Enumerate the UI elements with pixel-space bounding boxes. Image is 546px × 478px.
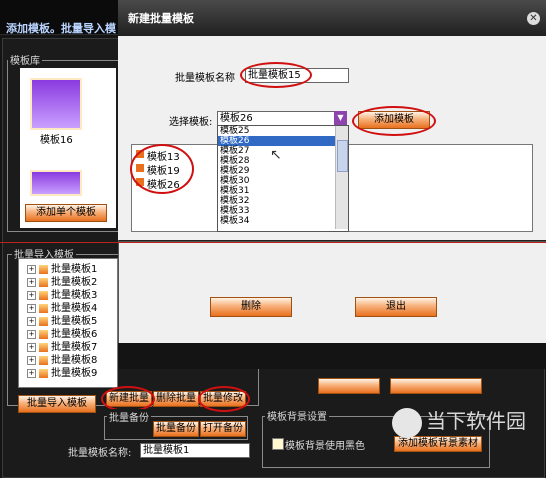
select-template-label: 选择模板: — [169, 117, 213, 128]
dropdown-option[interactable]: 模板28 — [218, 156, 348, 166]
tree-item[interactable]: + 批量模板7 — [27, 341, 97, 354]
scrollbar-thumb[interactable] — [337, 140, 348, 172]
bg-settings-label: 模板背景设置 — [265, 408, 329, 423]
dropdown-option[interactable]: 模板30 — [218, 176, 348, 186]
template-thumbnail-caption: 模板16 — [40, 135, 73, 146]
tree-item[interactable]: + 批量模板5 — [27, 315, 97, 328]
highlight-oval — [352, 106, 436, 136]
highlight-oval — [130, 144, 194, 194]
batch-backup-button[interactable]: 批量备份 — [153, 421, 199, 437]
exit-button[interactable]: 退出 — [355, 297, 437, 317]
open-backup-button[interactable]: 打开备份 — [200, 421, 246, 437]
dialog-body-lower — [118, 243, 546, 343]
dropdown-option-selected[interactable]: 模板26 — [218, 136, 348, 146]
folder-icon — [39, 316, 48, 326]
expand-icon[interactable]: + — [27, 290, 36, 300]
highlight-oval — [240, 62, 312, 88]
tree-item[interactable]: + 批量模板9 — [27, 367, 97, 380]
dropdown-option[interactable]: 模板33 — [218, 206, 348, 216]
expand-icon[interactable]: + — [27, 368, 36, 378]
delete-batch-button[interactable]: 删除批量 — [153, 391, 199, 407]
folder-icon — [39, 329, 48, 339]
watermark: 当下软件园 — [392, 405, 526, 438]
add-single-template-button[interactable]: 添加单个模板 — [25, 204, 107, 222]
expand-icon[interactable]: + — [27, 329, 36, 339]
batch-name-label: 批量模板名称: — [68, 448, 132, 459]
folder-icon — [39, 355, 48, 365]
expand-icon[interactable]: + — [27, 264, 36, 274]
folder-icon — [39, 290, 48, 300]
batch-template-name-label: 批量模板名称 — [175, 73, 235, 84]
delete-button[interactable]: 删除 — [210, 297, 292, 317]
folder-icon — [39, 277, 48, 287]
folder-icon — [39, 368, 48, 378]
folder-icon — [39, 342, 48, 352]
dropdown-option[interactable]: 模板31 — [218, 186, 348, 196]
expand-icon[interactable]: + — [27, 277, 36, 287]
add-bg-material-button[interactable]: 添加模板背景素材 — [394, 436, 482, 452]
tree-item[interactable]: + 批量模板3 — [27, 289, 97, 302]
folder-icon — [39, 264, 48, 274]
dialog-bottom-edge — [118, 343, 546, 369]
dropdown-option[interactable]: 模板32 — [218, 196, 348, 206]
batch-template-tree[interactable]: + 批量模板1 + 批量模板2 + 批量模板3 + 批量模板4 + 批量模板5 + 批量模板… — [18, 258, 118, 388]
tree-item[interactable]: + 批量模板4 — [27, 302, 97, 315]
tree-item[interactable]: + 批量模板6 — [27, 328, 97, 341]
batch-backup-label: 批量备份 — [107, 409, 151, 424]
partial-button[interactable] — [318, 378, 380, 394]
expand-icon[interactable]: + — [27, 342, 36, 352]
folder-icon — [39, 303, 48, 313]
batch-import-templates-button[interactable]: 批量导入模板 — [18, 395, 96, 413]
tree-item[interactable]: + 批量模板1 — [27, 263, 97, 276]
dialog-title: 新建批量模板 — [128, 12, 194, 25]
dropdown-scrollbar[interactable] — [335, 126, 348, 229]
template-dropdown-list[interactable]: 模板25 模板26 模板27 模板28 模板29 模板30 模板31 模板32 … — [217, 125, 349, 232]
bg-black-checkbox[interactable] — [272, 438, 284, 450]
dropdown-option[interactable]: 模板25 — [218, 126, 348, 136]
close-icon[interactable]: ✕ — [527, 12, 540, 25]
tree-item[interactable]: + 批量模板2 — [27, 276, 97, 289]
tree-item[interactable]: + 批量模板8 — [27, 354, 97, 367]
highlight-oval — [198, 386, 250, 412]
dropdown-option[interactable]: 模板34 — [218, 216, 348, 226]
expand-icon[interactable]: + — [27, 303, 36, 313]
template-thumbnail[interactable] — [30, 170, 82, 196]
dropdown-option[interactable]: 模板29 — [218, 166, 348, 176]
template-thumbnail[interactable] — [30, 78, 82, 130]
dialog-titlebar: 新建批量模板 ✕ — [118, 0, 546, 36]
template-library-label: 模板库 — [8, 52, 42, 67]
template-select[interactable]: 模板26 — [217, 111, 338, 126]
expand-icon[interactable]: + — [27, 355, 36, 365]
expand-icon[interactable]: + — [27, 316, 36, 326]
dropdown-option[interactable]: 模板27 — [218, 146, 348, 156]
bg-black-checkbox-label: 模板背景使用黑色 — [285, 441, 365, 452]
batch-name-field[interactable]: 批量模板1 — [140, 443, 250, 458]
dropdown-arrow-icon[interactable]: ▼ — [334, 111, 347, 125]
watermark-logo-icon — [392, 407, 422, 438]
partial-button[interactable] — [390, 378, 482, 394]
main-window-title: 添加模板。批量导入模 — [6, 22, 116, 35]
mouse-cursor-icon: ↖ — [270, 147, 282, 163]
